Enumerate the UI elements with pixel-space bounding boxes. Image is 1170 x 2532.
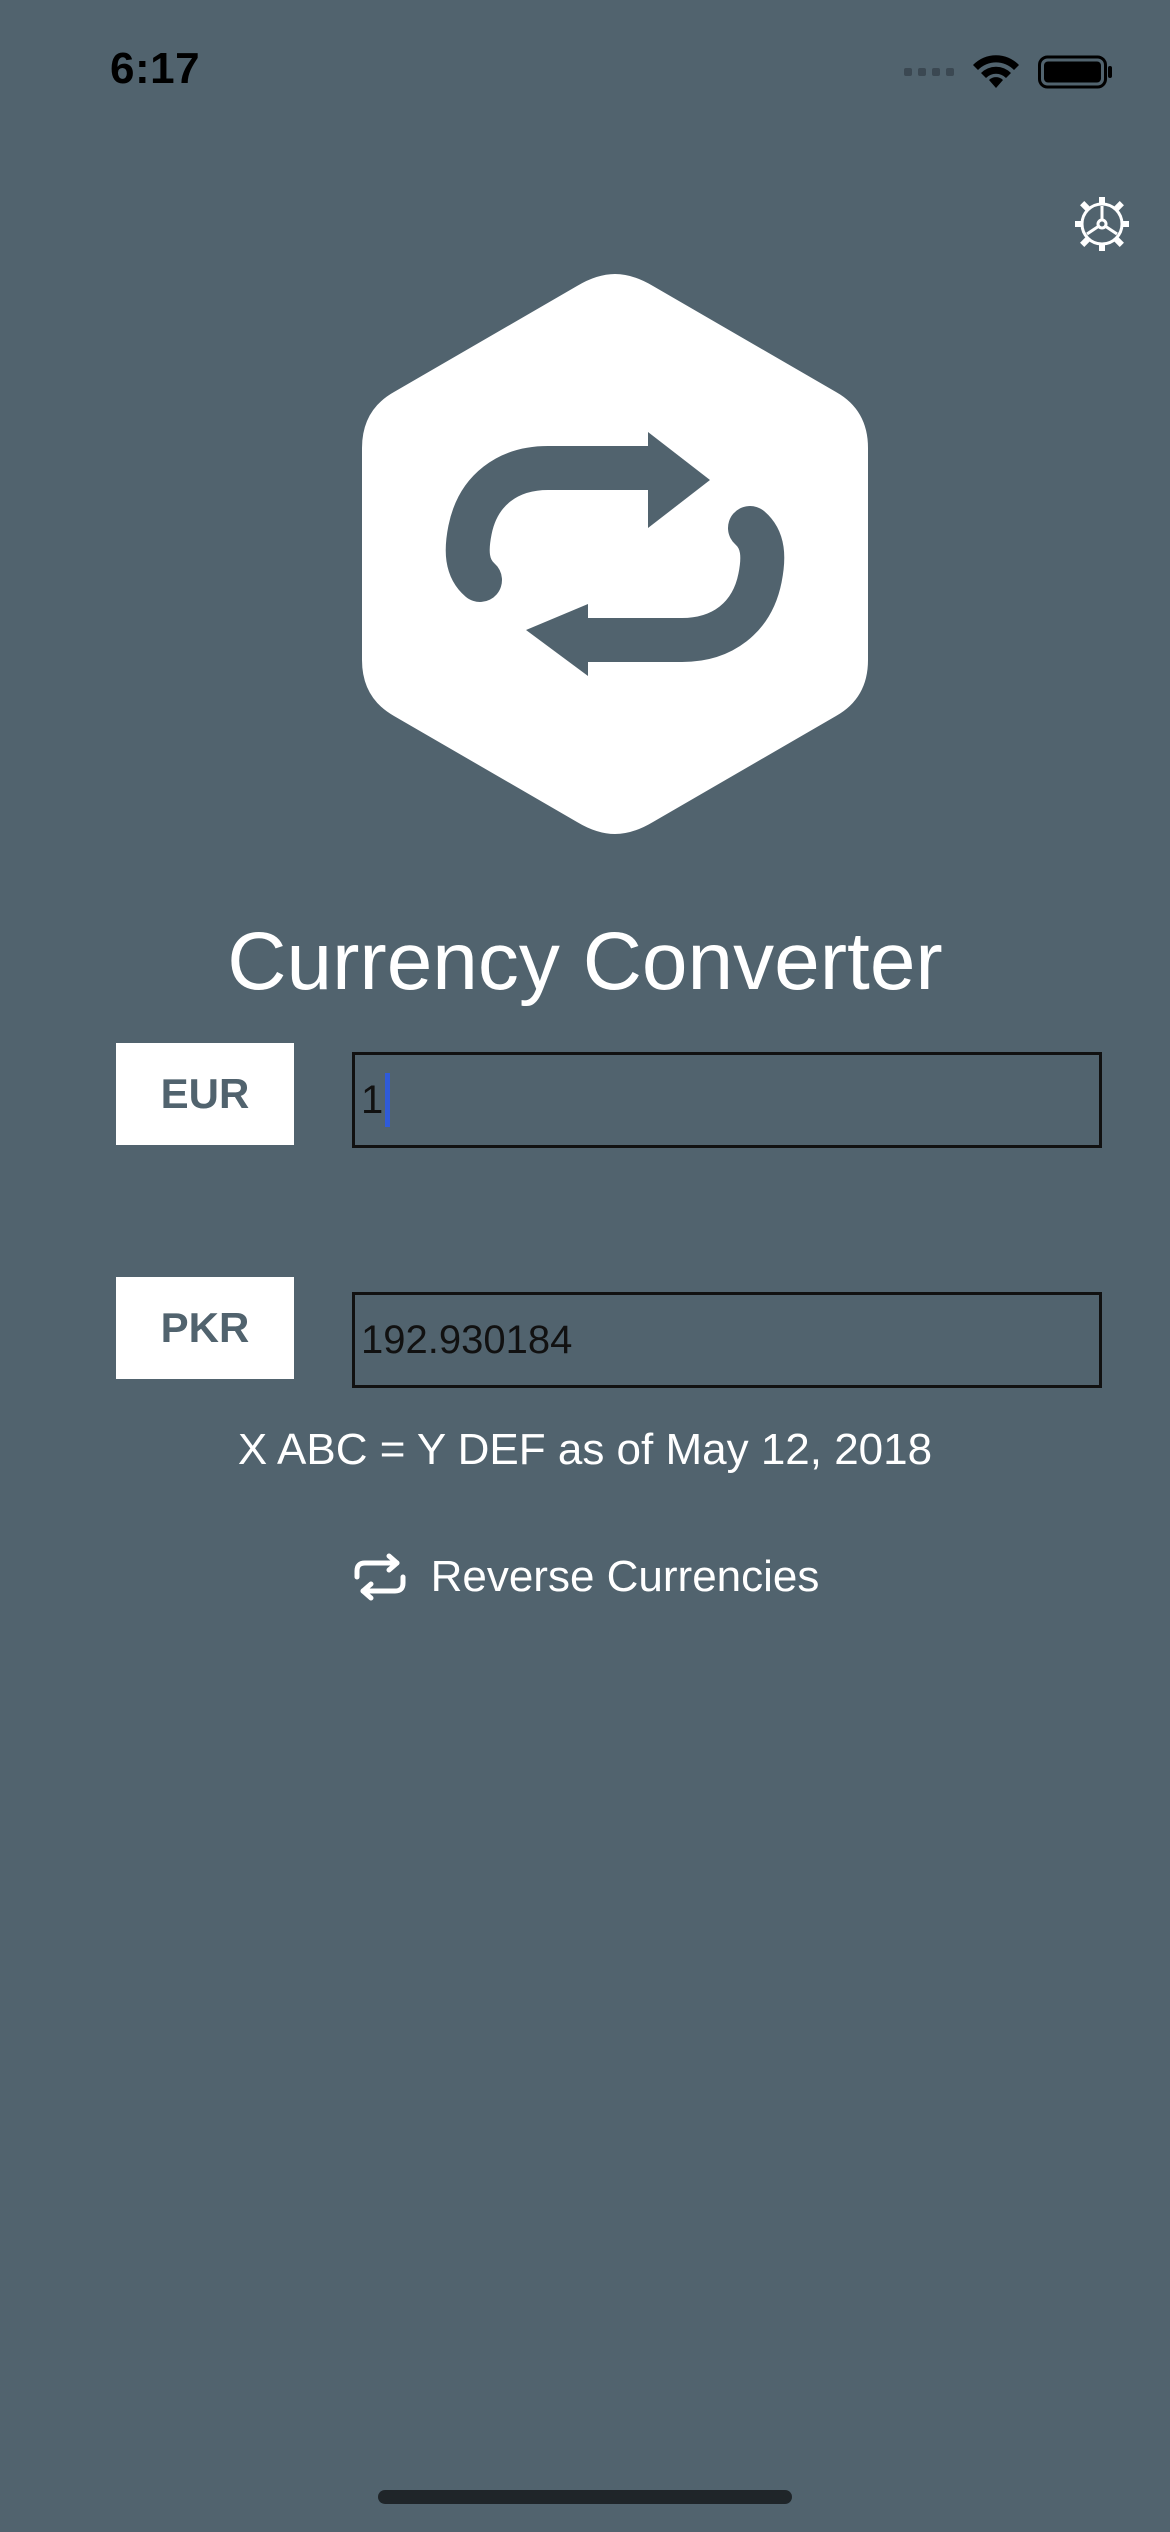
signal-icon [904, 68, 954, 76]
battery-icon [1038, 55, 1112, 89]
base-amount-input[interactable]: 1 [352, 1052, 1102, 1148]
status-time: 6:17 [110, 44, 201, 93]
base-currency-button[interactable]: EUR [116, 1043, 294, 1145]
gear-icon [1075, 197, 1129, 251]
status-icons [904, 52, 1114, 92]
base-amount-value: 1 [361, 1077, 384, 1122]
page-title: Currency Converter [227, 916, 943, 1007]
app-logo [358, 268, 872, 840]
settings-button[interactable] [1072, 194, 1132, 254]
reverse-currencies-label: Reverse Currencies [430, 1552, 820, 1601]
target-amount-field[interactable]: 192.930184 [352, 1292, 1102, 1388]
rate-info-text: X ABC = Y DEF as of May 12, 2018 [237, 1425, 933, 1474]
target-currency-button[interactable]: PKR [116, 1277, 294, 1379]
home-indicator[interactable] [378, 2490, 792, 2504]
target-amount-value: 192.930184 [361, 1317, 573, 1362]
swap-icon [354, 1553, 406, 1601]
wifi-icon [973, 55, 1019, 88]
text-caret [385, 1073, 391, 1127]
exchange-arrows-icon [362, 274, 868, 834]
reverse-currencies-button[interactable]: Reverse Currencies [0, 1552, 1170, 1602]
